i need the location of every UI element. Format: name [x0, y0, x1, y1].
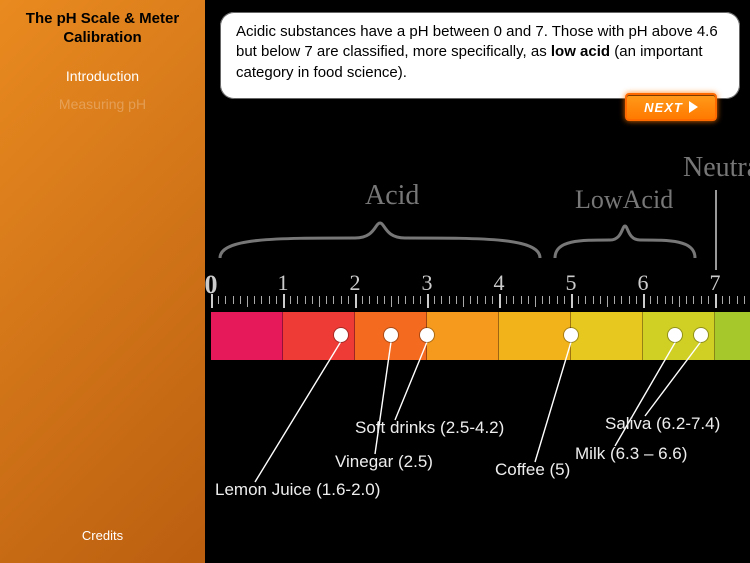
- sidebar: The pH Scale & Meter Calibration Introdu…: [0, 0, 205, 563]
- main-panel: Acidic substances have a pH between 0 an…: [205, 0, 750, 563]
- category-label-neutral: Neutral: [683, 152, 750, 184]
- ph-segment: [427, 312, 499, 360]
- substance-label: Soft drinks (2.5-4.2): [355, 418, 504, 438]
- substance-label: Vinegar (2.5): [335, 452, 433, 472]
- ruler-number: 3: [422, 270, 433, 296]
- category-label-lowacid: LowAcid: [575, 185, 673, 215]
- substance-label: Milk (6.3 – 6.6): [575, 444, 687, 464]
- app-title: The pH Scale & Meter Calibration: [10, 10, 195, 48]
- neutral-marker-line: [715, 190, 717, 270]
- info-text-bold: low acid: [551, 43, 610, 60]
- ph-ticks: [205, 296, 750, 312]
- substance-label: Coffee (5): [495, 460, 570, 480]
- sidebar-item-introduction[interactable]: Introduction: [10, 68, 195, 84]
- next-button-label: NEXT: [644, 100, 683, 115]
- ph-marker-dot: [334, 328, 348, 342]
- brace-lowacid-icon: [550, 218, 700, 264]
- info-box: Acidic substances have a pH between 0 an…: [220, 12, 740, 99]
- substance-label: Saliva (6.2-7.4): [605, 414, 720, 434]
- spacer: [10, 118, 195, 529]
- ruler-number: 2: [350, 270, 361, 296]
- ph-marker-dot: [668, 328, 682, 342]
- credits-link[interactable]: Credits: [10, 528, 195, 543]
- ruler-number: 4: [494, 270, 505, 296]
- next-button[interactable]: NEXT: [625, 93, 717, 121]
- ph-segment: [499, 312, 571, 360]
- ph-marker-dot: [384, 328, 398, 342]
- ph-segment: [211, 312, 283, 360]
- ruler-number: 6: [638, 270, 649, 296]
- ph-marker-dot: [564, 328, 578, 342]
- category-label-acid: Acid: [365, 180, 419, 212]
- ph-marker-dot: [420, 328, 434, 342]
- ph-segment: [571, 312, 643, 360]
- substance-label: Lemon Juice (1.6-2.0): [215, 480, 380, 500]
- arrow-right-icon: [689, 101, 698, 113]
- ruler-number: 1: [278, 270, 289, 296]
- brace-acid-icon: [215, 218, 545, 264]
- sidebar-item-measuring-ph[interactable]: Measuring pH: [10, 96, 195, 112]
- ruler-number: 5: [566, 270, 577, 296]
- ph-segment: [715, 312, 750, 360]
- ruler-number: 7: [710, 270, 721, 296]
- ph-marker-dot: [694, 328, 708, 342]
